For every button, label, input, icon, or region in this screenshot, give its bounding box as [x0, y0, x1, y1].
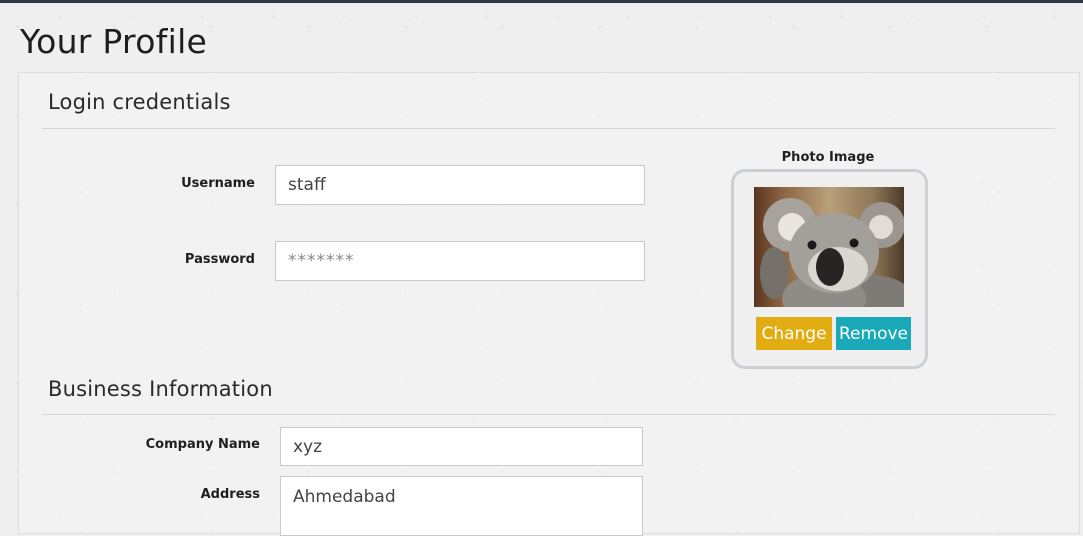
address-label: Address: [200, 487, 260, 502]
remove-photo-button[interactable]: Remove: [836, 317, 911, 350]
section-divider: [42, 128, 1055, 129]
photo-image-label: Photo Image: [781, 150, 875, 165]
top-bar: [0, 0, 1083, 3]
business-information-heading: Business Information: [48, 377, 273, 401]
change-photo-button[interactable]: Change: [756, 317, 832, 350]
koala-image: [760, 198, 904, 307]
page-title: Your Profile: [20, 22, 208, 61]
section-divider: [42, 414, 1055, 415]
username-input[interactable]: [275, 165, 645, 205]
username-label: Username: [181, 176, 255, 191]
company-name-input[interactable]: [280, 427, 643, 466]
profile-photo: [754, 187, 904, 307]
login-credentials-heading: Login credentials: [48, 90, 231, 114]
password-input[interactable]: [275, 241, 645, 281]
company-name-label: Company Name: [145, 437, 260, 452]
password-label: Password: [184, 252, 255, 267]
address-textarea[interactable]: Ahmedabad: [280, 476, 643, 536]
